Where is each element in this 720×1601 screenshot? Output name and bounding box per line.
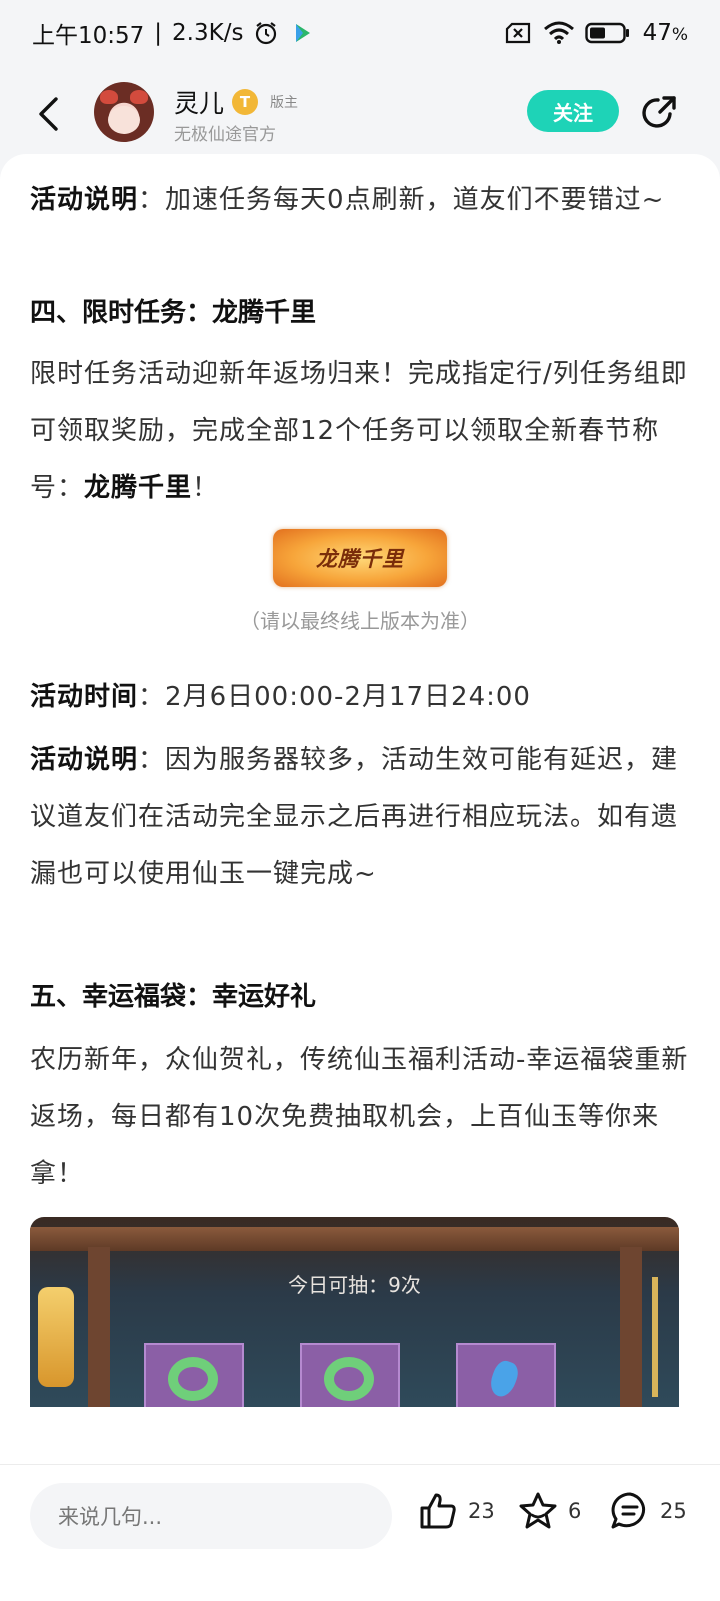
sim-off-icon [505,22,533,44]
text-speedup-desc: 加速任务每天0点刷新，道友们不要错过~ [165,185,665,215]
comment-input[interactable]: 来说几句... [30,1483,392,1549]
alarm-icon [253,20,279,46]
share-icon [642,96,676,128]
title-banner-image: 龙腾千里 [273,529,447,587]
thumbs-up-icon [420,1493,456,1529]
post-content: 活动说明：加速任务每天0点刷新，道友们不要错过~ 四、限时任务：龙腾千里 限时任… [0,154,720,1464]
back-arrow-icon [39,97,58,131]
status-left: 上午10:57 | 2.3K/s [32,16,315,50]
gem-icon [486,1357,522,1401]
star-icon [519,1492,557,1529]
network-speed: 2.3K/s [172,20,244,46]
image-caption: （请以最终线上版本为准） [240,609,480,633]
banner-text: 龙腾千里 [316,546,404,571]
bottom-action-bar: 来说几句... 23 6 25 [0,1464,720,1601]
text-title-name: 龙腾千里 [84,473,193,503]
paragraph-server-note: 活动说明：因为服务器较多，活动生效可能有延迟，建议道友们在活动完全显示之后再进行… [30,745,679,889]
battery-level: 47 [642,20,672,46]
like-button[interactable]: 23 [418,1491,495,1531]
battery-unit: % [671,25,688,45]
back-button[interactable] [30,92,66,136]
jade-ring-icon [324,1357,374,1401]
user-subtitle: 无极仙途官方 [174,125,276,145]
reward-slot [144,1343,244,1407]
paragraph-lucky-bag: 农历新年，众仙贺礼，传统仙玉福利活动-幸运福袋重新返场，每日都有10次免费抽取机… [30,1045,689,1189]
status-bar: 上午10:57 | 2.3K/s 47% [0,0,720,66]
favorite-count: 6 [568,1499,582,1523]
role-tag: 版主 [270,95,299,111]
battery-icon [584,22,631,44]
avatar[interactable] [94,82,154,142]
section-heading-5: 五、幸运福袋：幸运好礼 [30,982,317,1012]
app-icon [289,20,315,46]
wifi-icon [543,21,575,45]
comment-icon [611,1492,646,1529]
level-badge: T [232,89,259,115]
status-time: 上午10:57 [32,23,145,49]
share-button[interactable] [638,90,682,134]
comment-button[interactable]: 25 [610,1491,687,1531]
label-activity-desc-2: 活动说明 [30,745,139,775]
text-activity-time: 2月6日00:00-2月17日24:00 [165,682,531,712]
user-name[interactable]: 灵儿 [174,84,224,120]
favorite-button[interactable]: 6 [518,1491,581,1531]
reward-slot [300,1343,400,1407]
paragraph-activity-time: 活动时间：2月6日00:00-2月17日24:00 [30,682,531,712]
jade-ring-icon [168,1357,218,1401]
like-count: 23 [468,1499,495,1523]
paragraph-limited-task: 限时任务活动迎新年返场归来！完成指定行/列任务组即可领取奖励，完成全部12个任务… [30,359,688,503]
lucky-bag-screenshot[interactable]: 今日可抽：9次 [30,1217,679,1407]
label-activity-desc: 活动说明 [30,185,139,215]
comment-count: 25 [660,1499,687,1523]
draw-count-label: 今日可抽：9次 [288,1273,421,1297]
post-header: 灵儿 T 版主 无极仙途官方 关注 [0,66,720,160]
status-separator: | [154,20,163,46]
section-heading-4: 四、限时任务：龙腾千里 [30,298,317,328]
label-activity-time: 活动时间 [30,682,139,712]
lantern-icon [38,1287,74,1387]
user-name-row: 灵儿 T 版主 [174,84,298,120]
follow-button[interactable]: 关注 [527,90,619,132]
status-right: 47% [505,20,688,46]
paragraph-speedup-desc: 活动说明：加速任务每天0点刷新，道友们不要错过~ [30,185,665,215]
reward-slot [456,1343,556,1407]
